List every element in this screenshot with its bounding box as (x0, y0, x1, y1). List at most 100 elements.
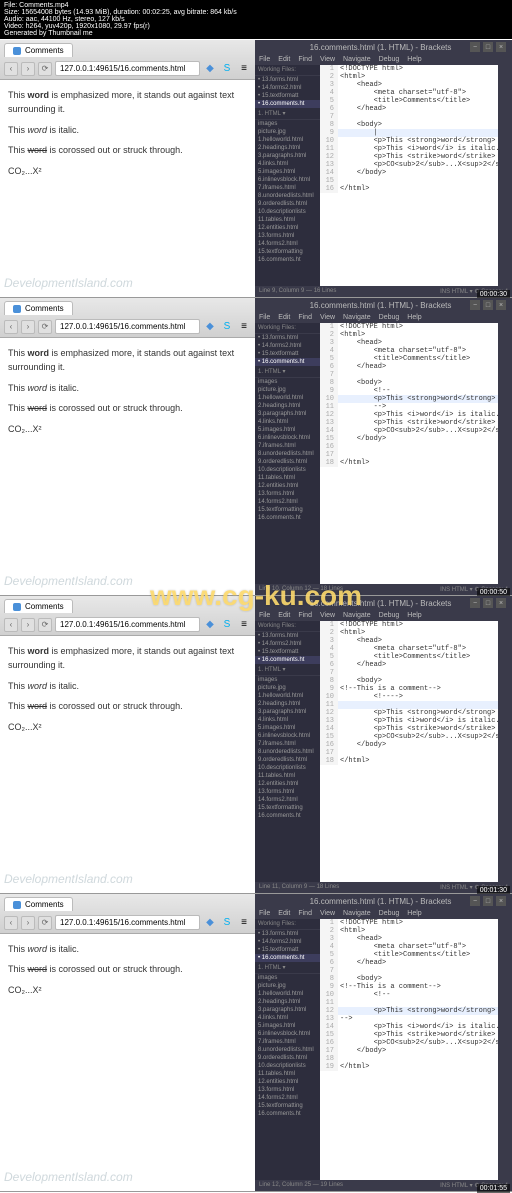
code-line[interactable]: </body> (338, 169, 498, 177)
browser-tab[interactable]: Comments (4, 301, 73, 315)
skype-icon[interactable]: S (220, 916, 234, 930)
project-file-item[interactable]: 1.helloworld.html (255, 136, 320, 144)
project-file-item[interactable]: 13.forms.html (255, 1086, 320, 1094)
code-line[interactable]: </body> (338, 1047, 498, 1055)
menu-icon[interactable]: ≡ (237, 916, 251, 930)
menu-item[interactable]: Debug (379, 314, 400, 321)
code-line[interactable]: <!--This is a comment--> (338, 685, 498, 693)
working-file-item[interactable]: • 14.forms2.html (255, 938, 320, 946)
maximize-button[interactable]: □ (483, 598, 493, 608)
menu-item[interactable]: Help (407, 612, 421, 619)
menu-item[interactable]: Navigate (343, 56, 371, 63)
project-file-item[interactable]: 2.headings.html (255, 998, 320, 1006)
code-line[interactable]: <p>This <strong>word</strong> is emphasi… (338, 395, 498, 403)
extension-icon[interactable]: ◆ (203, 320, 217, 334)
project-file-item[interactable]: 7.iframes.html (255, 1038, 320, 1046)
code-line[interactable] (338, 967, 498, 975)
code-line[interactable]: <p>This <i>word</i> is italic.</p> (338, 717, 498, 725)
project-file-item[interactable]: 4.links.html (255, 418, 320, 426)
menu-item[interactable]: Navigate (343, 910, 371, 917)
browser-tab[interactable]: Comments (4, 43, 73, 57)
code-line[interactable]: <body> (338, 121, 498, 129)
project-file-item[interactable]: 2.headings.html (255, 144, 320, 152)
project-file-item[interactable]: 1.helloworld.html (255, 692, 320, 700)
code-line[interactable]: </body> (338, 435, 498, 443)
reload-button[interactable]: ⟳ (38, 618, 52, 632)
working-file-item[interactable]: • 15.textformatt (255, 92, 320, 100)
project-file-item[interactable]: 9.orderedlists.html (255, 200, 320, 208)
project-file-item[interactable]: 12.entities.html (255, 482, 320, 490)
working-file-item[interactable]: • 16.comments.ht (255, 100, 320, 108)
menu-item[interactable]: Edit (278, 314, 290, 321)
code-line[interactable]: <!DOCTYPE html> (338, 323, 498, 331)
code-line[interactable]: <title>Comments</title> (338, 97, 498, 105)
project-file-item[interactable]: 6.inlinevsblock.html (255, 732, 320, 740)
menu-item[interactable]: View (320, 314, 335, 321)
images-folder[interactable]: images (255, 676, 320, 684)
project-file-item[interactable]: 11.tables.html (255, 474, 320, 482)
code-line[interactable] (338, 749, 498, 757)
maximize-button[interactable]: □ (483, 300, 493, 310)
menu-item[interactable]: Help (407, 910, 421, 917)
menu-item[interactable]: File (259, 314, 270, 321)
menu-item[interactable]: Find (298, 56, 312, 63)
menu-icon[interactable]: ≡ (237, 62, 251, 76)
project-file-item[interactable]: 15.textformatting (255, 248, 320, 256)
code-editor[interactable]: 1<!DOCTYPE html>2<html>3 <head>4 <meta c… (320, 919, 498, 1180)
code-line[interactable]: <!--This is a comment--> (338, 983, 498, 991)
code-line[interactable]: --> (338, 1015, 498, 1023)
code-line[interactable]: <title>Comments</title> (338, 653, 498, 661)
project-file-item[interactable]: 11.tables.html (255, 1070, 320, 1078)
menu-item[interactable]: Help (407, 56, 421, 63)
code-line[interactable] (338, 371, 498, 379)
code-line[interactable]: </head> (338, 105, 498, 113)
code-line[interactable]: </body> (338, 741, 498, 749)
working-file-item[interactable]: • 14.forms2.html (255, 84, 320, 92)
project-file-item[interactable]: 3.paragraphs.html (255, 708, 320, 716)
menu-item[interactable]: View (320, 910, 335, 917)
project-file-item[interactable]: 15.textformatting (255, 506, 320, 514)
project-file-item[interactable]: 1.helloworld.html (255, 394, 320, 402)
extension-icon[interactable]: ◆ (203, 916, 217, 930)
forward-button[interactable]: › (21, 62, 35, 76)
project-file-item[interactable]: 3.paragraphs.html (255, 1006, 320, 1014)
menu-item[interactable]: Debug (379, 910, 400, 917)
code-line[interactable]: <head> (338, 935, 498, 943)
close-button[interactable]: × (496, 896, 506, 906)
project-file-item[interactable]: 10.descriptionlists (255, 208, 320, 216)
code-editor[interactable]: 1<!DOCTYPE html>2<html>3 <head>4 <meta c… (320, 65, 498, 286)
browser-tab[interactable]: Comments (4, 897, 73, 911)
working-file-item[interactable]: • 16.comments.ht (255, 954, 320, 962)
working-file-item[interactable]: • 16.comments.ht (255, 656, 320, 664)
project-header[interactable]: 1. HTML ▾ (255, 108, 320, 120)
reload-button[interactable]: ⟳ (38, 62, 52, 76)
project-file-item[interactable]: 2.headings.html (255, 700, 320, 708)
code-line[interactable] (338, 1055, 498, 1063)
code-line[interactable]: <meta charset="utf-8"> (338, 943, 498, 951)
project-file-item[interactable]: 10.descriptionlists (255, 466, 320, 474)
code-line[interactable] (338, 177, 498, 185)
menu-icon[interactable]: ≡ (237, 320, 251, 334)
code-line[interactable] (338, 701, 498, 709)
code-line[interactable]: </head> (338, 959, 498, 967)
menu-item[interactable]: View (320, 56, 335, 63)
project-file-item[interactable]: 1.helloworld.html (255, 990, 320, 998)
maximize-button[interactable]: □ (483, 42, 493, 52)
code-line[interactable] (338, 999, 498, 1007)
back-button[interactable]: ‹ (4, 618, 18, 632)
working-file-item[interactable]: • 13.forms.html (255, 930, 320, 938)
project-file-item[interactable]: 5.images.html (255, 426, 320, 434)
code-line[interactable]: <meta charset="utf-8"> (338, 645, 498, 653)
code-line[interactable]: | (338, 129, 498, 137)
code-line[interactable]: <p>CO<sub>2</sub>...X<sup>2</sup></p> (338, 161, 498, 169)
project-file-item[interactable]: 9.orderedlists.html (255, 1054, 320, 1062)
menu-item[interactable]: Find (298, 910, 312, 917)
close-button[interactable]: × (496, 300, 506, 310)
skype-icon[interactable]: S (220, 62, 234, 76)
project-file-item[interactable]: 3.paragraphs.html (255, 152, 320, 160)
menu-item[interactable]: File (259, 910, 270, 917)
project-file-item[interactable]: 6.inlinevsblock.html (255, 434, 320, 442)
menu-item[interactable]: File (259, 56, 270, 63)
code-line[interactable]: <html> (338, 629, 498, 637)
code-line[interactable]: </html> (338, 459, 498, 467)
